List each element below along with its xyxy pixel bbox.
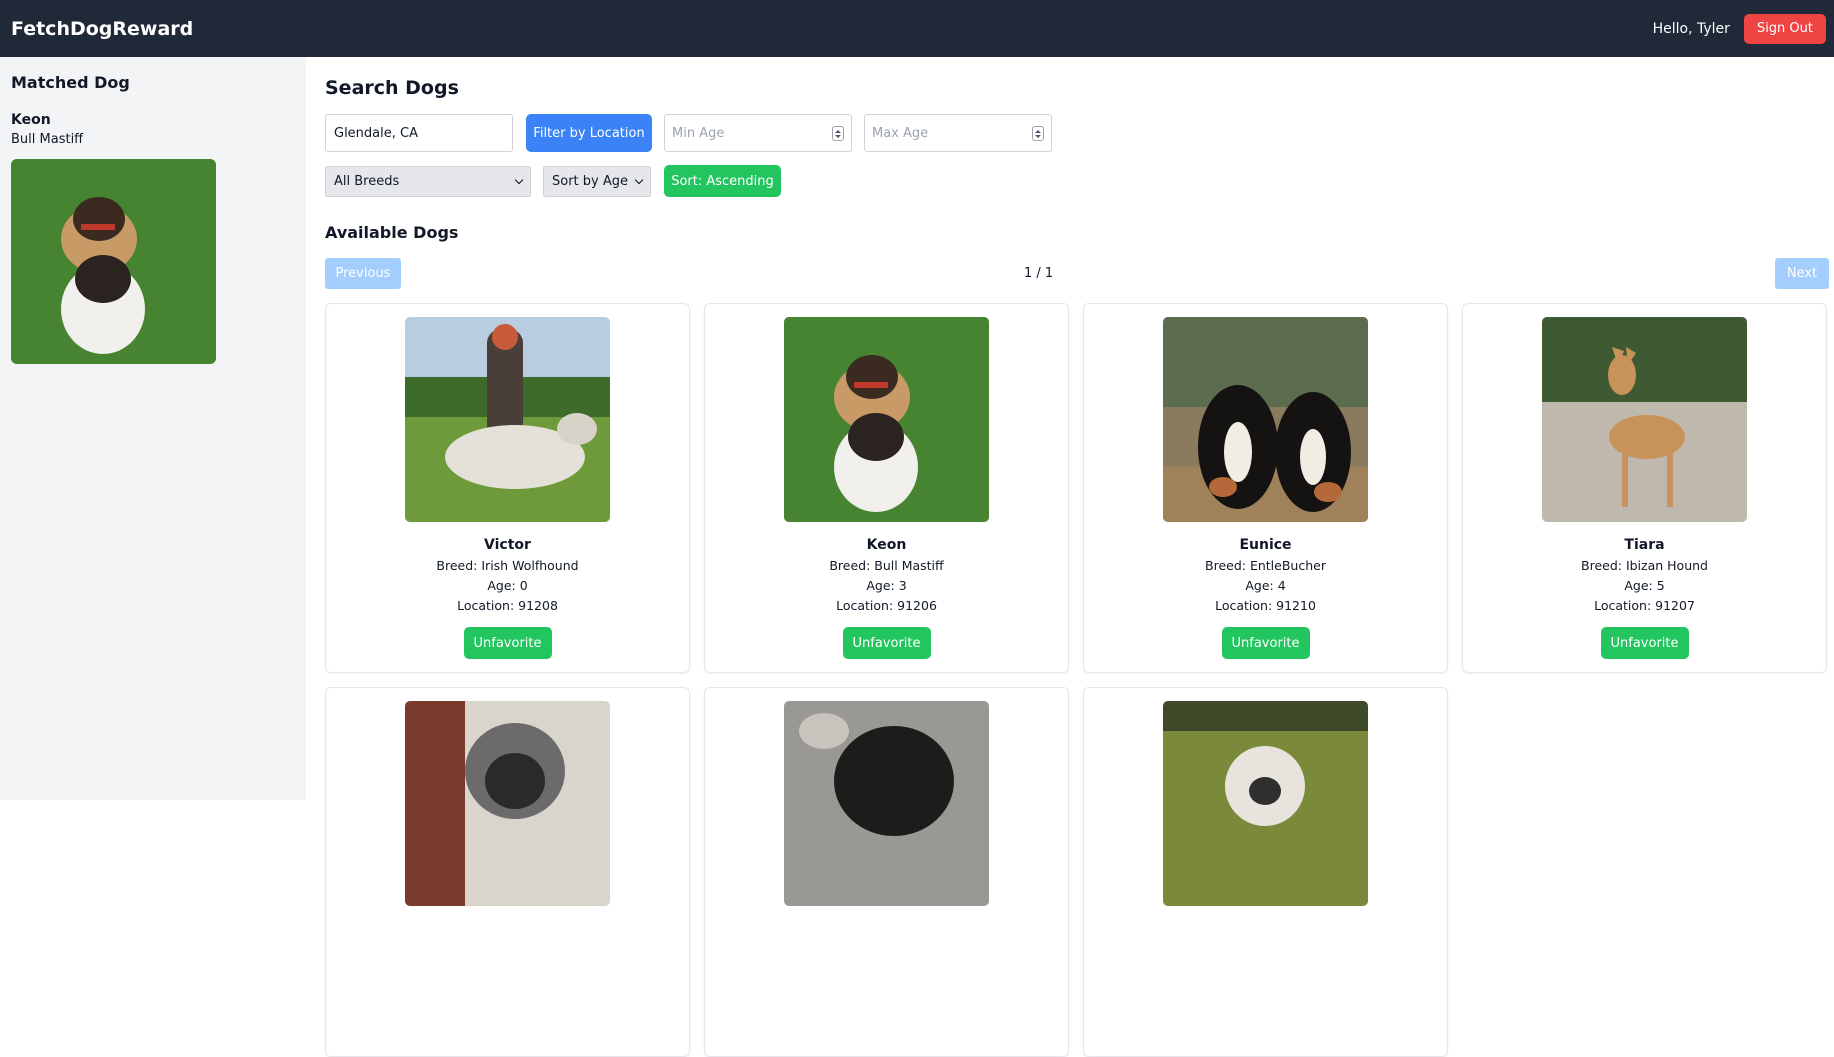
top-navbar: FetchDogReward Hello, Tyler Sign Out	[0, 0, 1834, 57]
matched-dog-name: Keon	[11, 112, 51, 128]
dog-card: Eunice Breed: EntleBucher Age: 4 Locatio…	[1083, 303, 1448, 673]
dog-name: Keon	[866, 537, 907, 553]
sort-order-button[interactable]: Sort: Ascending	[664, 165, 781, 197]
chevron-down-icon	[634, 175, 644, 185]
dog-age: Age: 3	[866, 578, 907, 593]
unfavorite-button[interactable]: Unfavorite	[1600, 627, 1689, 659]
available-dogs-title: Available Dogs	[325, 223, 459, 242]
dog-card: Victor Breed: Irish Wolfhound Age: 0 Loc…	[325, 303, 690, 673]
previous-page-button[interactable]: Previous	[325, 258, 401, 289]
dog-card-grid: Victor Breed: Irish Wolfhound Age: 0 Loc…	[325, 303, 1827, 1057]
user-area: Hello, Tyler Sign Out	[1652, 13, 1826, 44]
dog-card: Keon Breed: Bull Mastiff Age: 3 Location…	[704, 303, 1069, 673]
unfavorite-button[interactable]: Unfavorite	[1221, 627, 1310, 659]
max-age-spinner-icon[interactable]	[1032, 126, 1044, 141]
matched-dog-photo	[11, 159, 216, 364]
dog-photo	[405, 701, 610, 906]
dog-breed: Breed: EntleBucher	[1205, 558, 1326, 573]
filter-by-location-button[interactable]: Filter by Location	[526, 114, 652, 152]
location-input[interactable]	[325, 114, 513, 152]
dog-breed: Breed: Bull Mastiff	[829, 558, 944, 573]
dog-photo	[784, 317, 989, 522]
dog-location: Location: 91208	[457, 598, 558, 613]
dog-name: Tiara	[1624, 537, 1665, 553]
dog-card	[704, 687, 1069, 1057]
next-page-button[interactable]: Next	[1775, 258, 1829, 289]
sort-by-select-value: Sort by Age	[552, 174, 629, 189]
min-age-field[interactable]	[664, 114, 852, 152]
dog-location: Location: 91210	[1215, 598, 1316, 613]
dog-photo	[1163, 317, 1368, 522]
dog-photo	[1542, 317, 1747, 522]
main-content: Search Dogs Filter by Location All Breed…	[325, 57, 1829, 1057]
max-age-input[interactable]	[865, 115, 1015, 151]
matched-dog-sidebar: Matched Dog Keon Bull Mastiff	[0, 57, 306, 800]
brand-logo[interactable]: FetchDogReward	[11, 18, 193, 40]
breed-select[interactable]: All Breeds	[325, 166, 531, 197]
sign-out-button[interactable]: Sign Out	[1743, 13, 1826, 44]
chevron-down-icon	[514, 175, 524, 185]
dog-age: Age: 4	[1245, 578, 1286, 593]
dog-breed: Breed: Ibizan Hound	[1581, 558, 1708, 573]
dog-age: Age: 0	[487, 578, 528, 593]
dog-card	[1083, 687, 1448, 1057]
breed-select-value: All Breeds	[334, 174, 400, 189]
dog-age: Age: 5	[1624, 578, 1665, 593]
page-indicator: 1 / 1	[1024, 266, 1054, 281]
dog-location: Location: 91206	[836, 598, 937, 613]
max-age-field[interactable]	[864, 114, 1052, 152]
sidebar-title: Matched Dog	[11, 73, 130, 92]
dog-breed: Breed: Irish Wolfhound	[436, 558, 579, 573]
user-greeting: Hello, Tyler	[1652, 20, 1730, 37]
dog-name: Eunice	[1239, 537, 1292, 553]
dog-photo	[405, 317, 610, 522]
matched-dog-breed: Bull Mastiff	[11, 132, 84, 147]
dog-name: Victor	[484, 537, 531, 553]
dog-photo	[1163, 701, 1368, 906]
unfavorite-button[interactable]: Unfavorite	[463, 627, 552, 659]
dog-location: Location: 91207	[1594, 598, 1695, 613]
search-title: Search Dogs	[325, 77, 459, 99]
dog-card: Tiara Breed: Ibizan Hound Age: 5 Locatio…	[1462, 303, 1827, 673]
dog-photo	[784, 701, 989, 906]
min-age-spinner-icon[interactable]	[832, 126, 844, 141]
dog-card	[325, 687, 690, 1057]
sort-by-select[interactable]: Sort by Age	[543, 166, 651, 197]
min-age-input[interactable]	[665, 115, 815, 151]
unfavorite-button[interactable]: Unfavorite	[842, 627, 931, 659]
